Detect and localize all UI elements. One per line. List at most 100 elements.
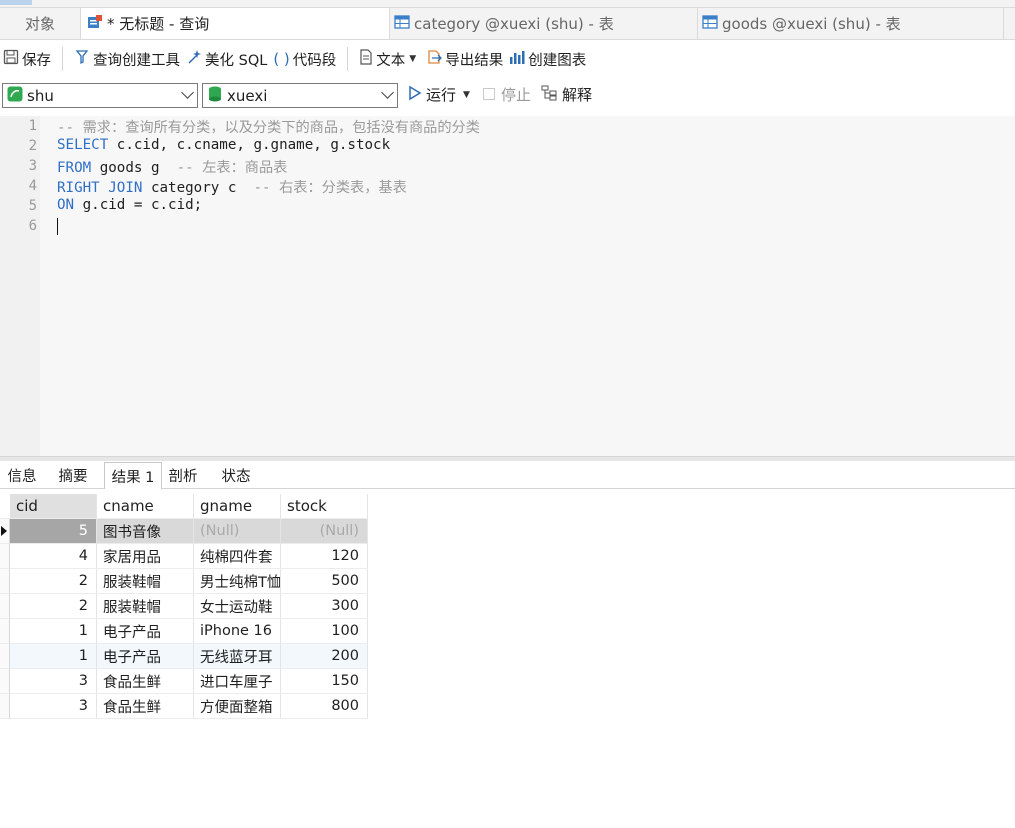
code-line: ON g.cid = c.cid; — [57, 197, 202, 213]
cell-cname[interactable]: 电子产品 — [97, 644, 194, 669]
cell-stock[interactable]: 200 — [281, 644, 368, 669]
run-button[interactable]: 运行 ▼ — [408, 84, 470, 105]
cell-cid[interactable]: 1 — [10, 644, 97, 669]
column-header-gname[interactable]: gname — [194, 494, 281, 519]
cell-cname[interactable]: 图书音像 — [97, 519, 194, 544]
cell-cid[interactable]: 2 — [10, 569, 97, 594]
column-header-stock[interactable]: stock — [281, 494, 368, 519]
cell-cid[interactable]: 4 — [10, 544, 97, 569]
tab-query[interactable]: * 无标题 - 查询 — [80, 8, 390, 39]
cell-cname[interactable]: 电子产品 — [97, 619, 194, 644]
table-row[interactable]: 2 服装鞋帽 男士纯棉T恤 500 — [0, 569, 368, 594]
row-indicator[interactable] — [0, 644, 10, 669]
sql-text: category c — [142, 180, 254, 196]
row-indicator[interactable] — [0, 569, 10, 594]
result-tab-bar: 信息 摘要 结果 1 剖析 状态 — [0, 462, 1015, 489]
table-row[interactable]: 1 电子产品 iPhone 16 100 — [0, 619, 368, 644]
cell-gname[interactable]: (Null) — [194, 519, 281, 544]
text-menu-button[interactable]: 文本 ▼ — [356, 49, 419, 70]
cell-stock[interactable]: 100 — [281, 619, 368, 644]
cell-cname[interactable]: 服装鞋帽 — [97, 594, 194, 619]
row-indicator[interactable] — [0, 519, 10, 544]
tab-bar: 对象 * 无标题 - 查询 category @xuexi (shu) - 表 … — [0, 8, 1015, 40]
cell-stock[interactable]: 150 — [281, 669, 368, 694]
cell-stock[interactable]: (Null) — [281, 519, 368, 544]
cell-cname[interactable]: 家居用品 — [97, 544, 194, 569]
cell-stock[interactable]: 500 — [281, 569, 368, 594]
grid-header-row: cid cname gname stock — [0, 494, 368, 519]
cell-stock[interactable]: 120 — [281, 544, 368, 569]
cell-cname[interactable]: 食品生鲜 — [97, 694, 194, 719]
tab-result-1[interactable]: 结果 1 — [104, 462, 162, 489]
beautify-sql-button[interactable]: 美化 SQL — [183, 49, 270, 70]
column-header-cname[interactable]: cname — [97, 494, 194, 519]
table-row[interactable]: 2 服装鞋帽 女士运动鞋 300 — [0, 594, 368, 619]
line-number: 2 — [28, 138, 37, 154]
database-select[interactable]: xuexi — [202, 83, 398, 108]
table-row[interactable]: 3 食品生鲜 进口车厘子 150 — [0, 669, 368, 694]
tab-info[interactable]: 信息 — [0, 462, 44, 488]
query-icon — [87, 14, 103, 34]
tab-query-label: * 无标题 - 查询 — [107, 15, 210, 33]
column-header-cid[interactable]: cid — [10, 494, 97, 519]
cell-stock[interactable]: 300 — [281, 594, 368, 619]
cell-stock[interactable]: 800 — [281, 694, 368, 719]
export-icon — [426, 49, 443, 69]
table-row[interactable]: 3 食品生鲜 方便面整箱 800 — [0, 694, 368, 719]
explain-label: 解释 — [562, 86, 593, 104]
cell-cid[interactable]: 3 — [10, 669, 97, 694]
cell-gname[interactable]: 无线蓝牙耳 — [194, 644, 281, 669]
table-row[interactable]: 5 图书音像 (Null) (Null) — [0, 519, 368, 544]
save-button[interactable]: 保存 — [0, 49, 54, 70]
code-line: RIGHT JOIN category c -- 右表：分类表，基表 — [57, 177, 407, 197]
cell-gname[interactable]: 纯棉四件套 — [194, 544, 281, 569]
stop-button[interactable]: 停止 — [483, 84, 531, 105]
tab-goods-table[interactable]: goods @xuexi (shu) - 表 — [698, 8, 1004, 39]
query-builder-button[interactable]: 查询创建工具 — [71, 49, 183, 70]
export-result-button[interactable]: 导出结果 — [423, 49, 506, 70]
connection-select[interactable]: shu — [2, 83, 198, 108]
cell-cname[interactable]: 服装鞋帽 — [97, 569, 194, 594]
create-chart-button[interactable]: 创建图表 — [506, 49, 589, 70]
line-number: 1 — [28, 118, 37, 134]
cell-cid[interactable]: 5 — [10, 519, 97, 544]
cell-cid[interactable]: 1 — [10, 619, 97, 644]
cell-gname[interactable]: 进口车厘子 — [194, 669, 281, 694]
cell-gname[interactable]: 方便面整箱 — [194, 694, 281, 719]
current-row-pointer-icon — [1, 526, 7, 536]
create-chart-label: 创建图表 — [528, 52, 587, 69]
tab-summary[interactable]: 摘要 — [50, 462, 96, 488]
cell-gname[interactable]: 女士运动鞋 — [194, 594, 281, 619]
tab-category-table[interactable]: category @xuexi (shu) - 表 — [390, 8, 698, 39]
row-indicator[interactable] — [0, 669, 10, 694]
table-icon — [702, 14, 718, 34]
row-indicator[interactable] — [0, 544, 10, 569]
code-snippet-button[interactable]: ( ) 代码段 — [270, 49, 339, 70]
tab-status-label: 状态 — [221, 468, 251, 485]
beautify-sql-label: 美化 SQL — [205, 52, 268, 69]
table-row[interactable]: 1 电子产品 无线蓝牙耳 200 — [0, 644, 368, 669]
row-indicator[interactable] — [0, 594, 10, 619]
panel-splitter[interactable] — [0, 456, 1015, 461]
tab-status[interactable]: 状态 — [212, 462, 260, 488]
sql-keyword: SELECT — [57, 137, 109, 153]
explain-button[interactable]: 解释 — [541, 84, 592, 105]
cell-cid[interactable]: 3 — [10, 694, 97, 719]
table-row[interactable]: 4 家居用品 纯棉四件套 120 — [0, 544, 368, 569]
row-indicator[interactable] — [0, 619, 10, 644]
toolbar-divider — [347, 47, 349, 71]
cell-cname[interactable]: 食品生鲜 — [97, 669, 194, 694]
cell-gname[interactable]: 男士纯棉T恤 — [194, 569, 281, 594]
query-builder-icon — [74, 49, 90, 69]
sql-comment: -- 右表：分类表，基表 — [253, 180, 407, 196]
tab-profile[interactable]: 剖析 — [162, 462, 204, 488]
sql-text: c.cid, c.cname, g.gname, g.stock — [108, 137, 391, 153]
cell-cid[interactable]: 2 — [10, 594, 97, 619]
export-result-label: 导出结果 — [445, 52, 504, 69]
tab-objects[interactable]: 对象 — [0, 8, 80, 39]
cell-gname[interactable]: iPhone 16 — [194, 619, 281, 644]
row-indicator[interactable] — [0, 694, 10, 719]
magic-wand-icon — [186, 49, 202, 69]
sql-editor[interactable]: 1 2 3 4 5 6 -- 需求：查询所有分类，以及分类下的商品，包括没有商品… — [0, 116, 1015, 456]
toolbar-divider — [62, 47, 63, 71]
